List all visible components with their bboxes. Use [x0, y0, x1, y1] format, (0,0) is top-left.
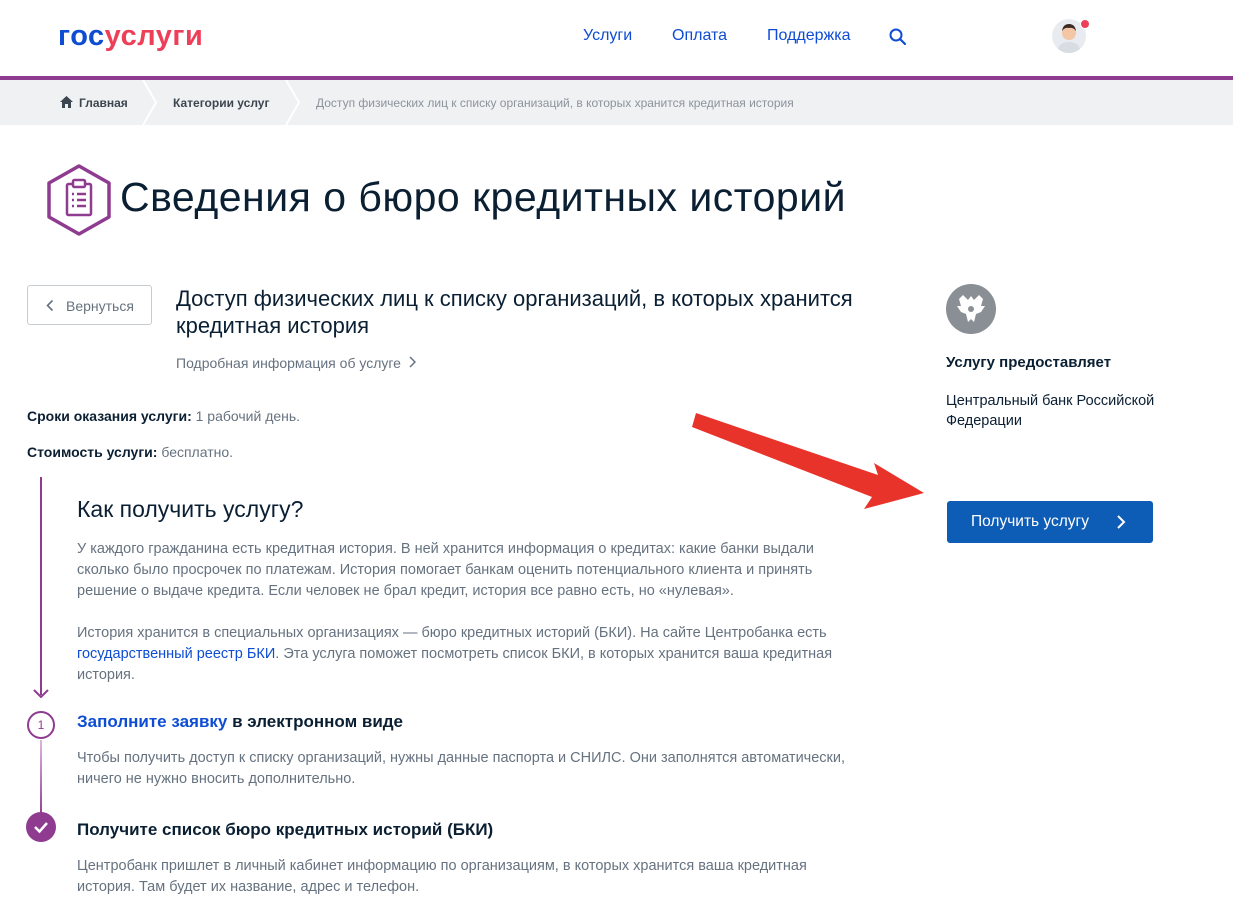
bki-registry-link[interactable]: государственный реестр БКИ	[77, 646, 275, 662]
chevron-right-icon	[1117, 515, 1126, 529]
header: госуслуги Услуги Оплата Поддержка	[0, 0, 1233, 76]
step-check	[26, 812, 56, 842]
how-paragraph-1: У каждого гражданина есть кредитная исто…	[77, 541, 815, 599]
nav-support[interactable]: Поддержка	[767, 27, 850, 45]
get-service-label: Получить услугу	[971, 513, 1089, 530]
clipboard-icon	[47, 164, 111, 236]
central-bank-emblem	[946, 284, 996, 334]
search-icon[interactable]	[888, 27, 908, 47]
nav-services[interactable]: Услуги	[583, 27, 632, 45]
chevron-right-icon	[409, 356, 416, 368]
terms-label: Сроки оказания услуги:	[27, 408, 192, 424]
back-button[interactable]: Вернуться	[27, 285, 152, 325]
timeline-line	[40, 477, 42, 695]
step-2-title: Получите список бюро кредитных историй (…	[77, 820, 494, 839]
breadcrumb-separator-icon	[285, 80, 301, 125]
arrow-down-icon	[33, 689, 49, 699]
timeline-line-2	[40, 740, 42, 818]
step-1-title-rest: в электронном виде	[227, 712, 404, 731]
service-cost: Стоимость услуги: бесплатно.	[27, 444, 233, 460]
checkmark-icon	[34, 822, 48, 834]
home-icon	[60, 96, 73, 108]
cost-value: бесплатно.	[157, 444, 234, 460]
eagle-emblem-icon	[948, 286, 994, 332]
step-number: 1	[27, 711, 55, 739]
chevron-left-icon	[46, 299, 54, 312]
service-title: Доступ физических лиц к списку организац…	[176, 286, 853, 338]
cost-label: Стоимость услуги:	[27, 444, 158, 460]
how-to-get-title: Как получить услугу?	[77, 496, 304, 522]
step-2-text: Центробанк пришлет в личный кабинет инфо…	[77, 858, 807, 895]
breadcrumb-categories[interactable]: Категории услуг	[173, 96, 269, 110]
terms-value: 1 рабочий день.	[191, 408, 301, 424]
provider-name: Центральный банк Российской Федерации	[946, 393, 1155, 429]
step-1-title: Заполните заявку в электронном виде	[77, 712, 403, 732]
how-paragraph-2: История хранится в специальных организац…	[77, 623, 867, 686]
notification-dot	[1080, 19, 1090, 29]
breadcrumb: Главная Категории услуг Доступ физически…	[0, 80, 1233, 125]
fill-application-link[interactable]: Заполните заявку	[77, 712, 227, 731]
get-service-button[interactable]: Получить услугу	[947, 501, 1153, 543]
breadcrumb-separator-icon	[142, 80, 158, 125]
more-info-label: Подробная информация об услуге	[176, 355, 401, 371]
logo-part-uslugi: услуги	[104, 20, 204, 52]
more-info-link[interactable]: Подробная информация об услуге	[176, 355, 416, 371]
p2-text-before: История хранится в специальных организац…	[77, 625, 827, 641]
gosuslugi-logo[interactable]: госуслуги	[58, 20, 203, 53]
back-button-label: Вернуться	[66, 298, 134, 314]
logo-part-gos: гос	[58, 20, 105, 52]
breadcrumb-current: Доступ физических лиц к списку организац…	[316, 96, 794, 110]
service-terms: Сроки оказания услуги: 1 рабочий день.	[27, 408, 300, 424]
breadcrumb-home[interactable]: Главная	[79, 96, 128, 110]
step-1-text: Чтобы получить доступ к списку организац…	[77, 750, 846, 787]
nav-payment[interactable]: Оплата	[672, 27, 727, 45]
page-title: Сведения о бюро кредитных историй	[120, 174, 846, 220]
provider-label: Услугу предоставляет	[946, 354, 1112, 371]
red-arrow-annotation-icon	[692, 413, 924, 509]
